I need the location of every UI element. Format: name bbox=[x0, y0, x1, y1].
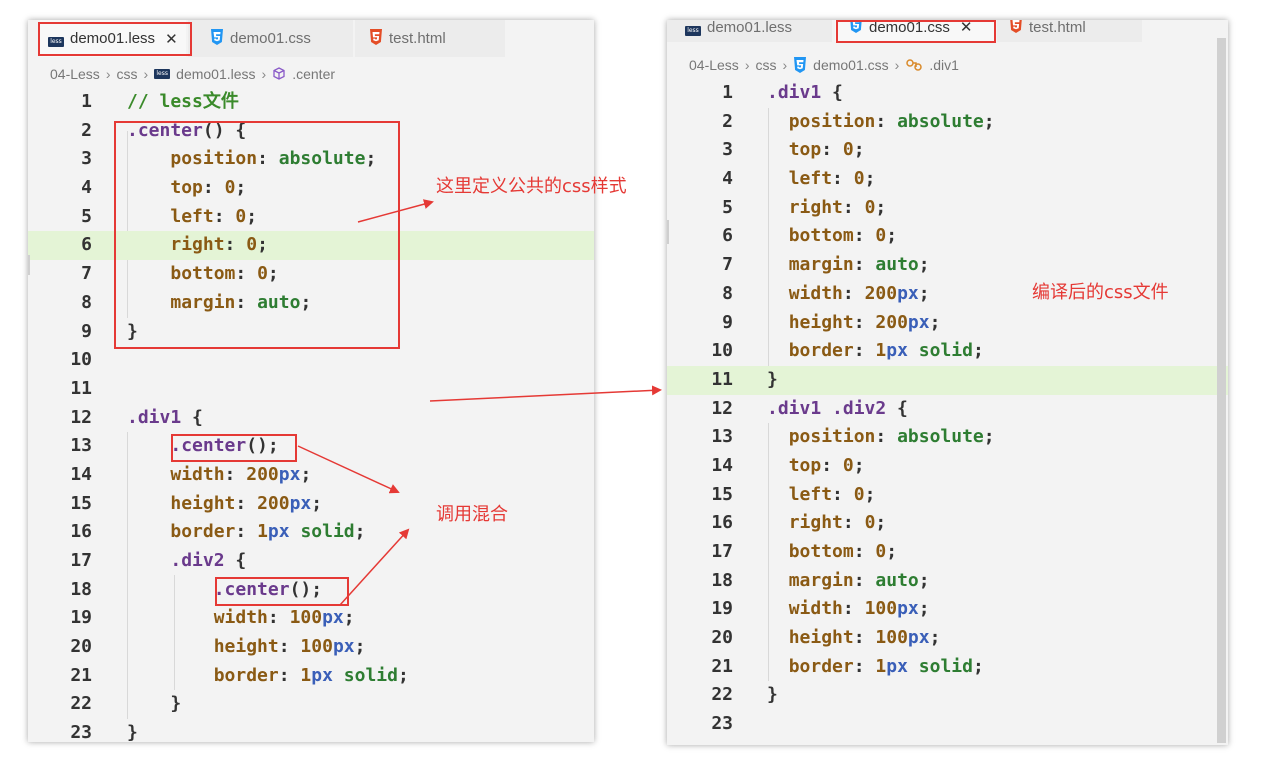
annotation-arrows bbox=[297, 199, 662, 606]
arrow-to-compiled bbox=[429, 385, 662, 402]
arrow-to-call-note bbox=[297, 445, 400, 494]
arrow-to-define-note bbox=[357, 199, 434, 223]
arrow-to-call-note bbox=[339, 528, 410, 606]
